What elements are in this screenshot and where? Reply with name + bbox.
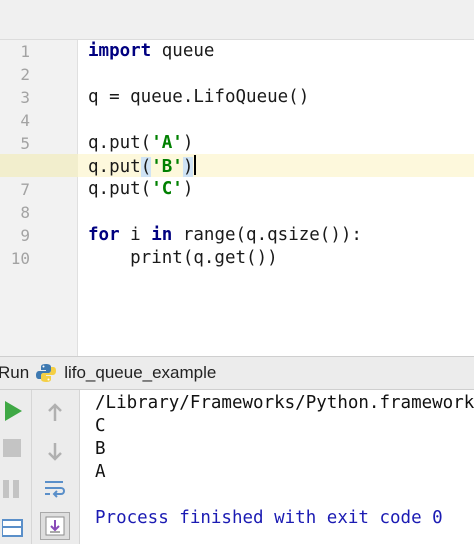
- run-toolbar-primary: [0, 390, 32, 544]
- code-line-3[interactable]: q = queue.LifoQueue(): [88, 86, 309, 109]
- code-text: q.put(: [88, 133, 152, 153]
- keyword-in: in: [151, 225, 173, 245]
- run-toolbar-secondary: [32, 390, 80, 544]
- code-line-6[interactable]: q.put('B'): [88, 155, 197, 178]
- line-number: 4: [20, 111, 30, 130]
- code-text: q.put(: [88, 179, 152, 199]
- code-text: ): [182, 133, 194, 153]
- editor-tab-bar: [0, 0, 474, 40]
- string-literal: 'B': [151, 157, 183, 177]
- keyword-import: import: [88, 41, 152, 61]
- code-editor[interactable]: 1 2 3 4 5 6 7 8 9 10 import queue q = qu…: [0, 0, 474, 356]
- line-number: 1: [20, 42, 30, 61]
- console-line: C: [95, 416, 106, 436]
- run-panel: /Library/Frameworks/Python.framework C B…: [0, 390, 474, 544]
- code-text: range(q.qsize()):: [172, 225, 362, 245]
- code-line-5[interactable]: q.put('A'): [88, 132, 193, 155]
- layout-icon[interactable]: [0, 516, 26, 542]
- pause-icon[interactable]: [0, 476, 26, 502]
- rerun-icon[interactable]: [0, 398, 26, 424]
- code-line-9[interactable]: for i in range(q.qsize()):: [88, 224, 362, 247]
- string-literal: 'A': [151, 133, 183, 153]
- console-line: A: [95, 462, 106, 482]
- code-text: q.put: [88, 157, 141, 177]
- line-number: 10: [10, 249, 30, 268]
- run-console-output[interactable]: /Library/Frameworks/Python.framework C B…: [81, 390, 474, 544]
- matched-bracket: (: [140, 157, 152, 177]
- stop-icon[interactable]: [0, 436, 26, 462]
- string-literal: 'C': [151, 179, 183, 199]
- code-text: ): [182, 179, 194, 199]
- keyword-for: for: [88, 225, 120, 245]
- code-line-1[interactable]: import queue: [88, 40, 214, 63]
- line-number: 2: [20, 65, 30, 84]
- run-panel-header: Run lifo_queue_example: [0, 356, 474, 390]
- python-icon: [36, 363, 57, 383]
- scroll-up-icon[interactable]: [42, 400, 68, 426]
- soft-wrap-icon[interactable]: [42, 476, 68, 502]
- code-line-7[interactable]: q.put('C'): [88, 178, 193, 201]
- line-number: 5: [20, 134, 30, 153]
- line-number-gutter: 1 2 3 4 5 6 7 8 9 10: [0, 40, 78, 356]
- current-line-gutter-highlight: [0, 154, 78, 177]
- line-number: 3: [20, 88, 30, 107]
- text-caret: [194, 155, 197, 175]
- scroll-down-icon[interactable]: [42, 438, 68, 464]
- code-line-10[interactable]: print(q.get()): [88, 247, 278, 270]
- line-number: 9: [20, 226, 30, 245]
- code-text: queue: [151, 41, 215, 61]
- scroll-to-end-icon[interactable]: [40, 512, 70, 540]
- line-number: 8: [20, 203, 30, 222]
- process-finished-message: Process finished with exit code 0: [95, 508, 443, 528]
- code-text: i: [119, 225, 152, 245]
- matched-bracket: ): [182, 157, 194, 177]
- line-number: 7: [20, 180, 30, 199]
- console-line: /Library/Frameworks/Python.framework: [95, 393, 474, 413]
- console-line: B: [95, 439, 106, 459]
- run-panel-title: Run: [0, 363, 30, 382]
- run-configuration-name[interactable]: lifo_queue_example: [64, 363, 216, 383]
